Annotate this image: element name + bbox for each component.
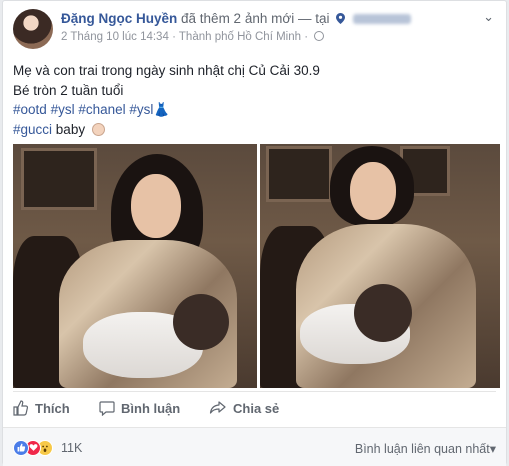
post-text: Mẹ và con trai trong ngày sinh nhật chị … — [13, 61, 320, 139]
face-2 — [350, 162, 396, 220]
share-label: Chia sẻ — [233, 401, 280, 416]
wall-frame-2 — [266, 146, 332, 202]
dress-emoji: 👗 — [153, 102, 171, 117]
post-hashtags-line: #ootd #ysl #chanel #ysl👗 — [13, 100, 320, 120]
like-icon[interactable] — [13, 440, 29, 456]
thumbs-up-icon — [13, 400, 29, 416]
hashtag-chanel[interactable]: #chanel — [78, 102, 125, 117]
wall-frame — [21, 148, 97, 210]
reactions-bar: 11K Bình luận liên quan nhất▾ — [3, 428, 506, 466]
share-arrow-icon — [209, 401, 226, 414]
post-header: Đặng Ngọc Huyền đã thêm 2 ảnh mới — tại — [61, 11, 412, 26]
photo-2[interactable] — [260, 144, 500, 388]
meta-separator-2: · — [304, 31, 309, 43]
post-at-text: — tại — [297, 11, 330, 26]
post-hashtags-line-2: #gucci baby — [13, 120, 320, 140]
hashtag-ootd[interactable]: #ootd — [13, 102, 47, 117]
share-button[interactable]: Chia sẻ — [209, 400, 279, 416]
baby-head — [173, 294, 229, 350]
face — [131, 174, 181, 238]
post-card: Đặng Ngọc Huyền đã thêm 2 ảnh mới — tại … — [2, 0, 507, 466]
like-button[interactable]: Thích — [13, 400, 70, 416]
hashtag-gucci[interactable]: #gucci — [13, 122, 52, 137]
post-text-line-2: Bé tròn 2 tuần tuổi — [13, 82, 124, 98]
author-avatar[interactable] — [13, 9, 53, 49]
sort-label: Bình luận liên quan nhất — [354, 442, 490, 456]
comment-button[interactable]: Bình luận — [99, 400, 181, 417]
post-meta: 2 Tháng 10 lúc 14:34 · Thành phố Hồ Chí … — [61, 31, 325, 43]
sort-caret-icon: ▾ — [489, 442, 496, 456]
post-options-chevron-icon[interactable]: ⌄ — [483, 9, 494, 25]
reaction-count[interactable]: 11K — [61, 441, 82, 455]
like-label: Thích — [35, 401, 70, 416]
post-location[interactable]: Thành phố Hồ Chí Minh — [179, 31, 301, 43]
hashtag-ysl-2[interactable]: #ysl — [129, 102, 153, 117]
blurred-place-name[interactable] — [353, 14, 412, 25]
post-action-text: đã thêm 2 ảnh mới — [181, 11, 295, 26]
author-name[interactable]: Đặng Ngọc Huyền — [61, 11, 177, 26]
comment-sort-dropdown[interactable]: Bình luận liên quan nhất▾ — [355, 441, 496, 456]
baby-word: baby — [55, 121, 86, 137]
comment-bubble-icon — [99, 401, 115, 417]
comment-label: Bình luận — [121, 401, 181, 416]
photo-1[interactable] — [13, 144, 257, 388]
photo-grid — [13, 144, 500, 388]
baby-emoji-icon — [91, 122, 105, 136]
post-timestamp[interactable]: 2 Tháng 10 lúc 14:34 — [61, 31, 169, 43]
post-text-line-1: Mẹ và con trai trong ngày sinh nhật chị … — [13, 63, 320, 78]
hashtag-ysl[interactable]: #ysl — [51, 102, 75, 117]
divider — [13, 391, 496, 392]
baby-head-2 — [354, 284, 412, 342]
location-pin-icon — [336, 13, 346, 24]
globe-privacy-icon[interactable] — [314, 31, 325, 41]
meta-separator: · — [172, 31, 176, 43]
